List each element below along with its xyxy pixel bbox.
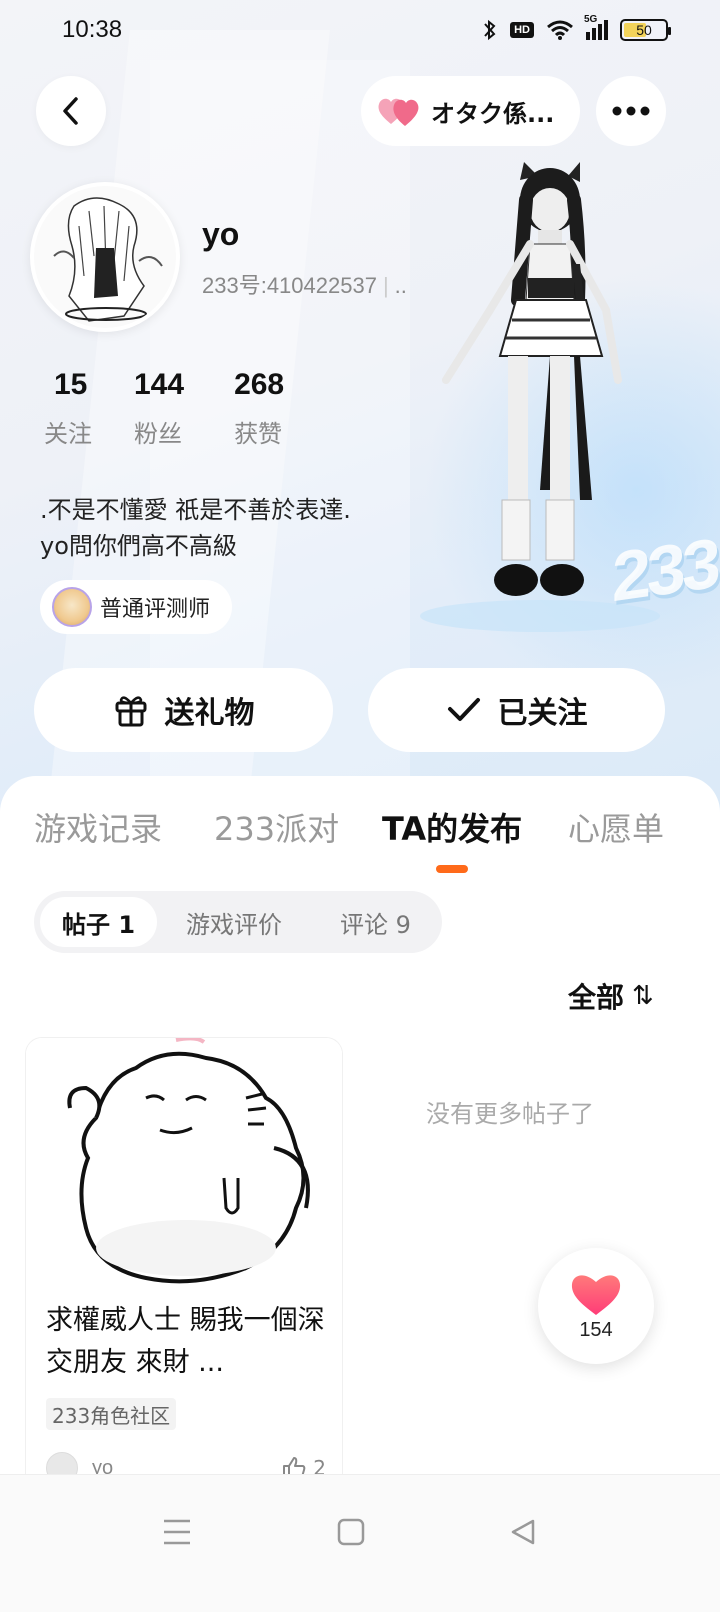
stat-label: 粉丝: [134, 420, 182, 448]
otaku-relationship-button[interactable]: オタク係...: [361, 76, 580, 146]
post-card[interactable]: 求權威人士 賜我一個深交朋友 來財 ... 233角色社区 yo 2: [26, 1038, 342, 1476]
sort-label: 全部: [568, 981, 625, 1014]
user-bio: .不是不懂愛 祇是不善於表達. yo問你們高不高級: [40, 496, 351, 560]
signal-icon: 5G: [584, 14, 608, 40]
like-count: 154: [579, 1318, 613, 1341]
tab-posts[interactable]: TA的发布: [382, 804, 522, 850]
user-id-text: 233号:410422537: [202, 273, 377, 298]
followed-button[interactable]: 已关注: [368, 668, 665, 752]
double-heart-icon: [378, 98, 419, 126]
back-button[interactable]: [36, 76, 106, 146]
post-like-button[interactable]: 2: [281, 1455, 326, 1476]
post-meta: yo 2: [46, 1448, 326, 1476]
user-avatar[interactable]: [30, 182, 180, 332]
post-community-tag[interactable]: 233角色社区: [46, 1398, 177, 1430]
heart-icon: [571, 1274, 621, 1315]
reviewer-badge[interactable]: 普通评测师: [40, 580, 233, 634]
battery-level: 50: [636, 22, 652, 38]
post-author-avatar: [46, 1452, 78, 1476]
bluetooth-icon: [484, 19, 496, 41]
stat-value: 144: [134, 368, 185, 401]
sort-arrows-icon: ⇅: [632, 981, 654, 1011]
post-subtabs: 帖子 1 游戏评价 评论 9: [34, 891, 442, 953]
status-bar: 10:38 HD 5G 50: [0, 0, 720, 62]
chevron-left-icon: [63, 97, 78, 125]
sort-dropdown[interactable]: 全部 ⇅: [568, 976, 654, 1016]
meme-hamster-image: [67, 1038, 310, 1284]
tab-wishlist[interactable]: 心愿单: [568, 804, 664, 850]
network-type: 5G: [584, 14, 598, 25]
subtab-comments[interactable]: 评论 9: [340, 891, 411, 953]
send-gift-button[interactable]: 送礼物: [34, 668, 333, 752]
otaku-label: オタク係...: [431, 99, 555, 128]
content-panel: 游戏记录 233派对 TA的发布 心愿单 帖子 1 游戏评价 评论 9 全部 ⇅: [0, 776, 720, 1476]
tab-233-party[interactable]: 233派对: [214, 804, 339, 850]
stat-value: 15: [54, 368, 88, 401]
user-id-more: ..: [394, 273, 407, 298]
avatar-illustration: [34, 186, 176, 328]
battery-icon: 50: [620, 19, 671, 41]
user-id[interactable]: 233号:410422537 |..: [202, 268, 407, 300]
divider: |: [382, 273, 389, 298]
more-options-button[interactable]: [596, 76, 666, 146]
post-title: 求權威人士 賜我一個深交朋友 來財 ...: [46, 1305, 325, 1378]
badge-label: 普通评测师: [100, 597, 211, 622]
hd-icon: HD: [510, 22, 534, 38]
profile-like-button[interactable]: 154: [538, 1248, 654, 1364]
active-tab-indicator: [436, 865, 468, 873]
home-square-icon: [337, 1518, 365, 1546]
stat-likes[interactable]: 268 获赞: [234, 368, 284, 449]
status-time: 10:38: [62, 16, 123, 43]
no-more-posts-text: 没有更多帖子了: [426, 1100, 594, 1128]
avatar-3d-character[interactable]: [430, 160, 640, 620]
post-like-count: 2: [313, 1456, 326, 1476]
menu-icon: [164, 1519, 190, 1545]
subtab-game-reviews[interactable]: 游戏评价: [186, 891, 282, 953]
system-nav-bar: [0, 1474, 720, 1612]
stat-label: 关注: [44, 420, 92, 448]
post-image: [26, 1038, 342, 1288]
checkmark-icon: [447, 698, 480, 721]
stat-followers[interactable]: 144 粉丝: [134, 368, 184, 449]
nav-menu-button[interactable]: [152, 1507, 202, 1557]
nav-back-button[interactable]: [498, 1507, 548, 1557]
stat-value: 268: [234, 368, 285, 401]
profile-stats: 15 关注 144 粉丝 268 获赞: [44, 368, 284, 449]
status-icons: HD 5G 50: [482, 14, 671, 42]
followed-label: 已关注: [497, 696, 588, 731]
wifi-icon: [547, 20, 573, 40]
stat-following[interactable]: 15 关注: [44, 368, 92, 449]
thumbs-up-icon: [283, 1457, 306, 1476]
more-dots-icon: [612, 106, 650, 116]
gift-icon: [115, 696, 146, 727]
reviewer-badge-icon: [52, 587, 92, 627]
profile-tabs: 游戏记录 233派对 TA的发布 心愿单: [0, 804, 720, 864]
username: yo: [202, 216, 240, 252]
stat-label: 获赞: [234, 420, 283, 448]
tab-game-records[interactable]: 游戏记录: [34, 804, 162, 850]
subtab-posts[interactable]: 帖子 1: [40, 897, 158, 947]
nav-home-button[interactable]: [326, 1507, 376, 1557]
back-triangle-icon: [511, 1519, 535, 1545]
send-gift-label: 送礼物: [164, 696, 255, 731]
